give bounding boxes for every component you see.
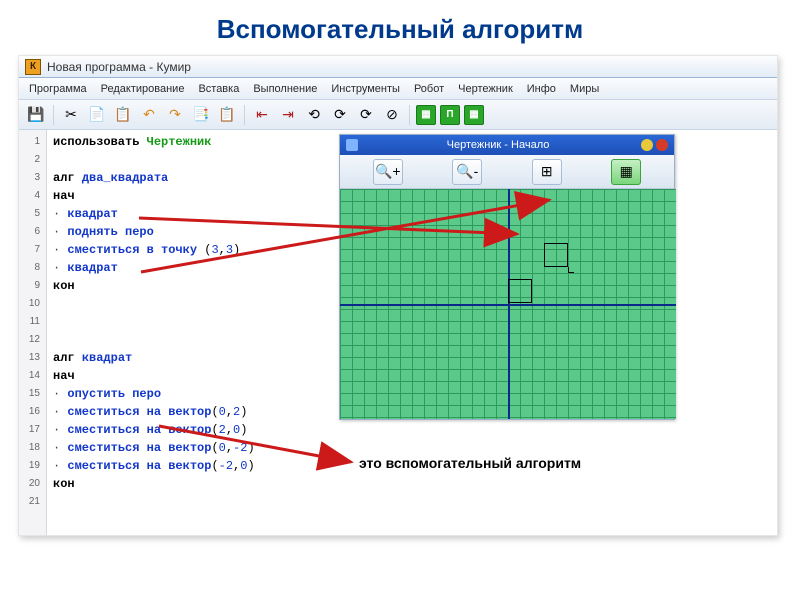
pen-marker — [568, 267, 574, 273]
line-gutter: 123456789101112131415161718192021 — [19, 130, 47, 535]
doc1-icon[interactable]: 📑 — [190, 104, 212, 126]
app-icon: К — [25, 59, 41, 75]
menu-info[interactable]: Инфо — [521, 80, 562, 98]
drawer-panel: Чертежник - Начало 🔍+ 🔍- ⊞ ▦ — [339, 134, 675, 420]
line-number: 12 — [19, 331, 46, 349]
code-line[interactable] — [53, 331, 313, 349]
zoom-in-icon[interactable]: 🔍+ — [373, 159, 403, 185]
line-number: 4 — [19, 187, 46, 205]
square-2 — [544, 243, 568, 267]
menu-robot[interactable]: Робот — [408, 80, 450, 98]
menu-drawer[interactable]: Чертежник — [452, 80, 519, 98]
line-number: 18 — [19, 439, 46, 457]
drawer-panel-wrap: Чертежник - Начало 🔍+ 🔍- ⊞ ▦ — [339, 134, 675, 420]
code-line[interactable]: · сместиться на вектор(2,0) — [53, 421, 313, 439]
zoom-out-icon[interactable]: 🔍- — [452, 159, 482, 185]
code-line[interactable] — [53, 493, 313, 511]
close-icon[interactable] — [656, 139, 668, 151]
run3-icon[interactable]: ⟳ — [355, 104, 377, 126]
menu-tools[interactable]: Инструменты — [325, 80, 406, 98]
line-number: 3 — [19, 169, 46, 187]
line-number: 15 — [19, 385, 46, 403]
line-number: 19 — [19, 457, 46, 475]
paste-icon[interactable]: 📋 — [112, 104, 134, 126]
code-line[interactable]: · сместиться на вектор(-2,0) — [53, 457, 313, 475]
line-number: 17 — [19, 421, 46, 439]
titlebar: К Новая программа - Кумир — [19, 56, 777, 78]
step-in-icon[interactable]: ⇤ — [251, 104, 273, 126]
code-line[interactable]: алг два_квадрата — [53, 169, 313, 187]
doc2-icon[interactable]: 📋 — [216, 104, 238, 126]
y-axis — [508, 189, 510, 419]
panel-titlebar: Чертежник - Начало — [340, 135, 674, 155]
code-line[interactable]: использовать Чертежник — [53, 133, 313, 151]
line-number: 9 — [19, 277, 46, 295]
copy-icon[interactable]: 📄 — [86, 104, 108, 126]
drawing-canvas[interactable] — [340, 189, 676, 419]
toolbar: 💾 ✂ 📄 📋 ↶ ↷ 📑 📋 ⇤ ⇥ ⟲ ⟳ ⟳ ⊘ ▦ П ▦ — [19, 100, 777, 130]
code-line[interactable]: · сместиться в точку (3,3) — [53, 241, 313, 259]
line-number: 16 — [19, 403, 46, 421]
stop-icon[interactable]: ⊘ — [381, 104, 403, 126]
code-editor[interactable]: использовать Чертежникалг два_квадратана… — [47, 130, 317, 535]
line-number: 20 — [19, 475, 46, 493]
code-line[interactable] — [53, 313, 313, 331]
line-number: 2 — [19, 151, 46, 169]
code-line[interactable] — [53, 151, 313, 169]
redo-icon[interactable]: ↷ — [164, 104, 186, 126]
code-line[interactable]: · квадрат — [53, 259, 313, 277]
line-number: 1 — [19, 133, 46, 151]
line-number: 7 — [19, 241, 46, 259]
code-line[interactable]: · опустить перо — [53, 385, 313, 403]
line-number: 10 — [19, 295, 46, 313]
line-number: 21 — [19, 493, 46, 511]
menu-edit[interactable]: Редактирование — [95, 80, 191, 98]
line-number: 14 — [19, 367, 46, 385]
save-icon[interactable]: 💾 — [25, 104, 47, 126]
panel-menu-icon[interactable] — [346, 139, 358, 151]
grid2-icon[interactable]: П — [440, 105, 460, 125]
menu-program[interactable]: Программа — [23, 80, 93, 98]
run1-icon[interactable]: ⟲ — [303, 104, 325, 126]
code-line[interactable]: нач — [53, 187, 313, 205]
menubar: Программа Редактирование Вставка Выполне… — [19, 78, 777, 100]
line-number: 13 — [19, 349, 46, 367]
slide-title: Вспомогательный алгоритм — [0, 0, 800, 55]
square-1 — [508, 279, 532, 303]
undo-icon[interactable]: ↶ — [138, 104, 160, 126]
line-number: 5 — [19, 205, 46, 223]
code-line[interactable]: кон — [53, 475, 313, 493]
run2-icon[interactable]: ⟳ — [329, 104, 351, 126]
cut-icon[interactable]: ✂ — [60, 104, 82, 126]
grid1-icon[interactable]: ▦ — [416, 105, 436, 125]
menu-worlds[interactable]: Миры — [564, 80, 605, 98]
line-number: 11 — [19, 313, 46, 331]
grid-icon[interactable]: ⊞ — [532, 159, 562, 185]
code-line[interactable]: · сместиться на вектор(0,-2) — [53, 439, 313, 457]
code-line[interactable]: нач — [53, 367, 313, 385]
panel-toolbar: 🔍+ 🔍- ⊞ ▦ — [340, 155, 674, 189]
code-line[interactable]: кон — [53, 277, 313, 295]
grid3-icon[interactable]: ▦ — [464, 105, 484, 125]
minimize-icon[interactable] — [641, 139, 653, 151]
line-number: 8 — [19, 259, 46, 277]
code-line[interactable] — [53, 295, 313, 313]
step-out-icon[interactable]: ⇥ — [277, 104, 299, 126]
line-number: 6 — [19, 223, 46, 241]
code-line[interactable]: · сместиться на вектор(0,2) — [53, 403, 313, 421]
menu-insert[interactable]: Вставка — [192, 80, 245, 98]
window-title: Новая программа - Кумир — [47, 60, 191, 74]
code-line[interactable]: алг квадрат — [53, 349, 313, 367]
annotation-text: это вспомогательный алгоритм — [359, 455, 581, 471]
work-area: 123456789101112131415161718192021 исполь… — [19, 130, 777, 535]
code-line[interactable]: · поднять перо — [53, 223, 313, 241]
panel-title: Чертежник - Начало — [358, 139, 638, 151]
menu-run[interactable]: Выполнение — [247, 80, 323, 98]
fit-icon[interactable]: ▦ — [611, 159, 641, 185]
app-window: К Новая программа - Кумир Программа Реда… — [18, 55, 778, 536]
code-line[interactable]: · квадрат — [53, 205, 313, 223]
